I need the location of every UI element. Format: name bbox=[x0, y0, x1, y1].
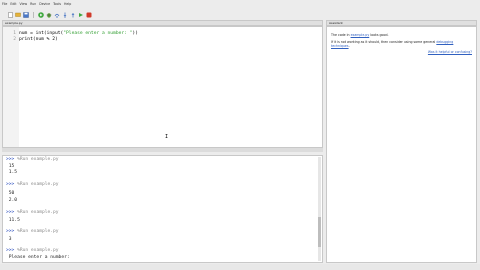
code-text: num = int(input( bbox=[19, 31, 64, 36]
shell-line: >>> %Run example.py bbox=[6, 156, 59, 163]
resume-icon[interactable] bbox=[78, 12, 84, 18]
shell-command: %Run example.py bbox=[17, 229, 59, 234]
scrollbar-thumb[interactable] bbox=[318, 217, 321, 247]
shell-command: %Run example.py bbox=[17, 248, 59, 253]
shell-prompt: >>> bbox=[6, 229, 18, 234]
shell-output: 2.0 bbox=[6, 198, 18, 203]
save-icon[interactable] bbox=[23, 11, 29, 18]
shell-output: 3 bbox=[6, 237, 12, 242]
shell-output: 1.5 bbox=[6, 170, 18, 175]
shell-command: %Run example.py bbox=[17, 157, 59, 162]
shell-command: %Run example.py bbox=[17, 182, 59, 187]
menu-bar: File Edit View Run Device Tools Help bbox=[0, 0, 480, 7]
toolbar bbox=[0, 9, 330, 20]
status-bar bbox=[0, 264, 480, 270]
line-number: 2 bbox=[13, 37, 16, 42]
menu-device[interactable]: Device bbox=[39, 2, 50, 6]
shell-scrollbar[interactable] bbox=[318, 157, 321, 261]
shell-prompt: >>> bbox=[6, 157, 18, 162]
mouse-cursor-icon: I bbox=[165, 134, 169, 140]
shell-line: >>> %Run example.py bbox=[6, 228, 59, 235]
shell-line: >>> %Run example.py bbox=[6, 247, 59, 254]
debug-icon[interactable] bbox=[46, 12, 52, 18]
assistant-text: . bbox=[348, 44, 350, 48]
step-out-icon[interactable] bbox=[70, 12, 76, 18]
thonny-window: File Edit View Run Device Tools Help exa… bbox=[0, 0, 480, 270]
open-icon[interactable] bbox=[15, 12, 21, 18]
menu-help[interactable]: Help bbox=[64, 2, 71, 6]
shell-line: >>> %Run example.py bbox=[6, 209, 59, 216]
code-editor[interactable]: 1 num = int(input("Please enter a number:… bbox=[2, 26, 323, 148]
stop-icon[interactable] bbox=[86, 12, 92, 18]
run-icon[interactable] bbox=[38, 11, 44, 18]
shell-input-prompt[interactable]: Please enter a number: bbox=[6, 254, 70, 261]
feedback-link[interactable]: Was it helpful or confusing? bbox=[428, 50, 472, 54]
menu-run[interactable]: Run bbox=[30, 2, 36, 6]
shell-output: 11.5 bbox=[6, 218, 20, 223]
code-text: print(num % 2) bbox=[19, 37, 58, 42]
assistant-message: The code in example.py looks good. bbox=[331, 33, 472, 38]
line-number-gutter bbox=[3, 27, 19, 147]
string-literal: "Please enter a number: " bbox=[63, 31, 133, 36]
file-link[interactable]: example.py bbox=[351, 33, 370, 37]
assistant-text: If it is not working as it should, then … bbox=[331, 39, 437, 44]
shell-console[interactable]: >>> %Run example.py 15 1.5 >>> %Run exam… bbox=[2, 155, 323, 263]
shell-prompt: >>> bbox=[6, 210, 18, 215]
menu-edit[interactable]: Edit bbox=[10, 2, 16, 6]
shell-command: %Run example.py bbox=[17, 210, 59, 215]
step-over-icon[interactable] bbox=[54, 12, 60, 18]
code-text: )) bbox=[132, 31, 138, 36]
pane-splitter[interactable] bbox=[2, 148, 323, 152]
new-icon[interactable] bbox=[7, 11, 13, 18]
menu-file[interactable]: File bbox=[2, 2, 7, 6]
toolbar-separator bbox=[33, 11, 34, 18]
code-line-2: 2 print(num % 2) bbox=[3, 37, 322, 43]
assistant-panel: The code in example.py looks good. If it… bbox=[326, 26, 477, 263]
assistant-text: The code in bbox=[331, 33, 351, 37]
shell-prompt: >>> bbox=[6, 182, 18, 187]
shell-output: 50 bbox=[6, 191, 15, 196]
menu-tools[interactable]: Tools bbox=[53, 2, 61, 6]
assistant-hint: If it is not working as it should, then … bbox=[331, 40, 472, 49]
shell-prompt: >>> bbox=[6, 248, 18, 253]
shell-line: >>> %Run example.py bbox=[6, 181, 59, 188]
step-into-icon[interactable] bbox=[62, 12, 68, 18]
menu-view[interactable]: View bbox=[20, 2, 28, 6]
assistant-text: looks good. bbox=[369, 33, 389, 37]
